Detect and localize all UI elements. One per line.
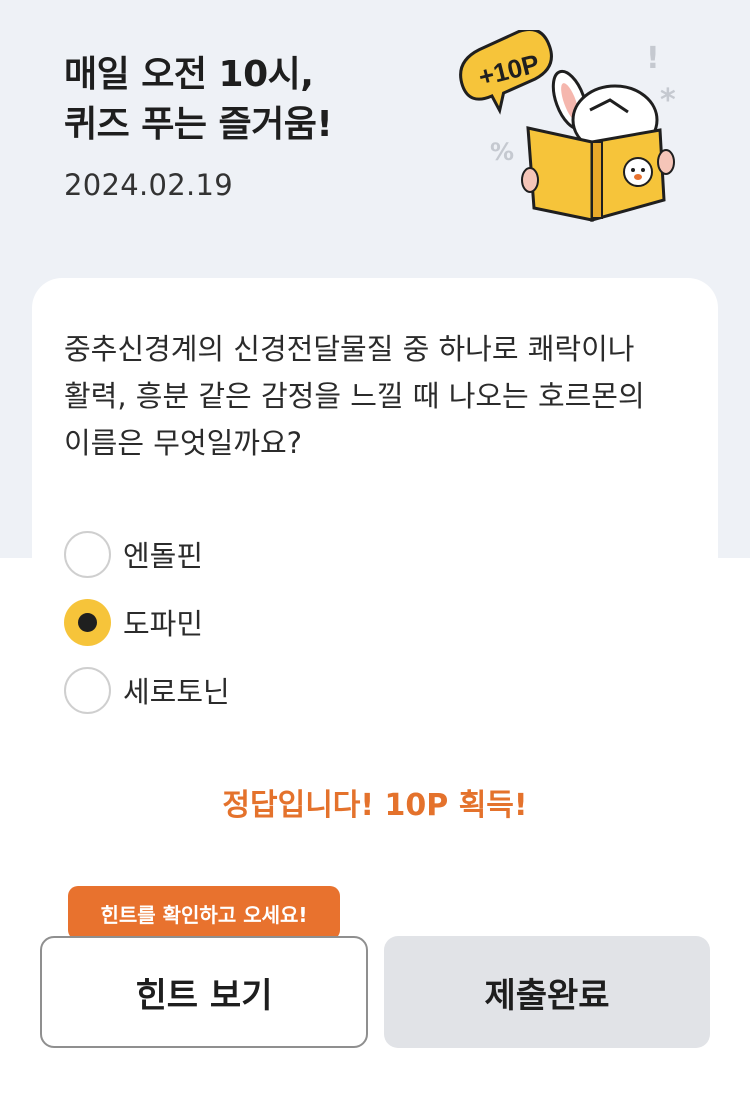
question-line: 중추신경계의 신경전달물질 중 하나로 쾌락이나 [64, 332, 635, 366]
option-dopamine[interactable]: 도파민 [64, 598, 464, 646]
option-endorphin[interactable]: 엔돌핀 [64, 530, 464, 578]
option-serotonin[interactable]: 세로토닌 [64, 666, 464, 714]
radio-button-selected[interactable] [64, 598, 111, 646]
points-badge: +10P [459, 30, 553, 115]
hint-button[interactable]: 힌트 보기 [40, 936, 368, 1048]
question-line: 활력, 흥분 같은 감정을 느낄 때 나오는 호르몬의 [64, 379, 645, 413]
result-message: 정답입니다! 10P 획득! [222, 788, 528, 823]
star-icon: * [660, 83, 676, 118]
option-label: 세로토닌 [123, 675, 230, 709]
quiz-question: 중추신경계의 신경전달물질 중 하나로 쾌락이나 활력, 흥분 같은 감정을 느… [64, 326, 684, 467]
submit-button[interactable]: 제출완료 [384, 936, 710, 1048]
radio-button[interactable] [64, 666, 111, 714]
quiz-date: 2024.02.19 [64, 168, 234, 202]
option-label: 도파민 [123, 607, 204, 641]
rabbit-reading-illustration: +10P ! * % [459, 30, 676, 222]
exclaim-icon: ! [646, 41, 660, 76]
radio-button[interactable] [64, 530, 111, 578]
book-icon [521, 126, 675, 222]
percent-icon: % [490, 138, 514, 166]
question-line: 이름은 무엇일까요? [64, 426, 303, 460]
option-label: 엔돌핀 [123, 539, 204, 573]
page-title: 매일 오전 10시, 퀴즈 푸는 즐거움! [64, 50, 333, 150]
title-line-2: 퀴즈 푸는 즐거움! [64, 104, 333, 145]
hint-tooltip: 힌트를 확인하고 오세요! [68, 886, 340, 940]
title-line-1: 매일 오전 10시, [64, 54, 314, 95]
